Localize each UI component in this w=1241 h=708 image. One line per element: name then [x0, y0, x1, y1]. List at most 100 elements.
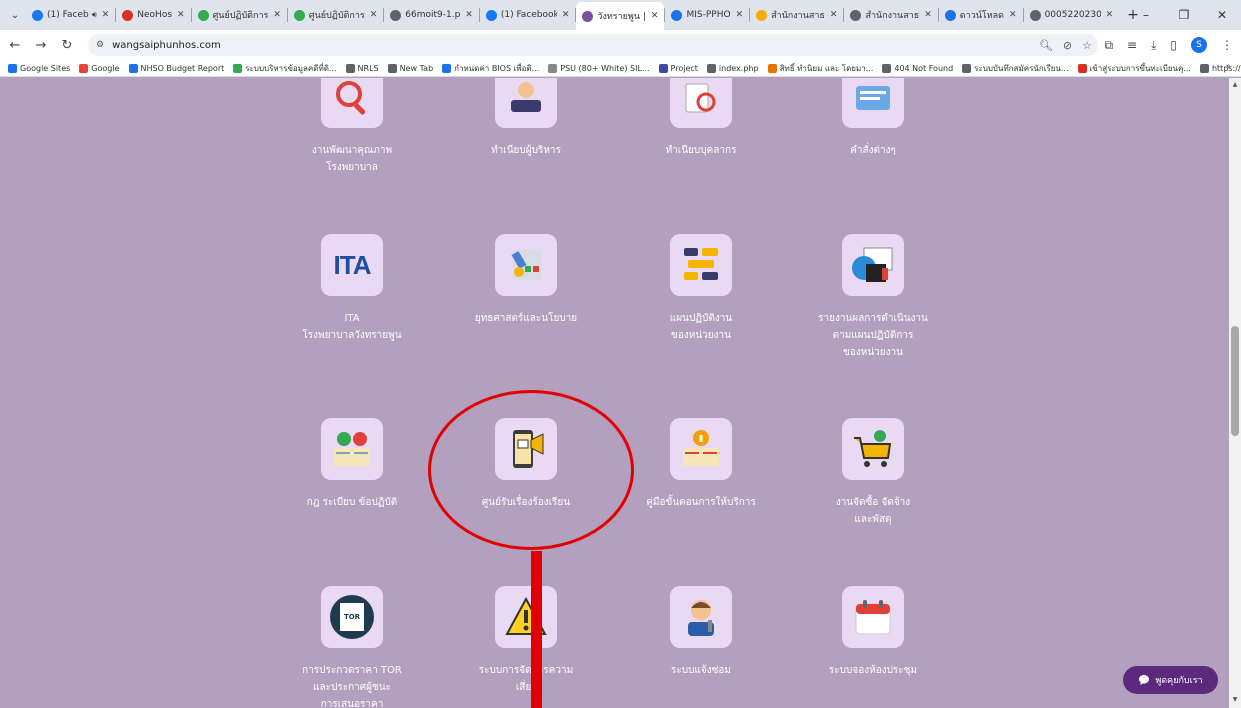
executive-icon[interactable]: [495, 78, 557, 128]
menu-tile[interactable]: งานจัดซื้อ จัดจ้าง และพัสดุ: [783, 418, 963, 528]
menu-tile[interactable]: กฎ ระเบียบ ข้อปฏิบัติ: [262, 418, 442, 511]
minimize-button[interactable]: –: [1127, 0, 1165, 30]
tab-search-button[interactable]: ⌄: [4, 4, 26, 26]
browser-tab[interactable]: (1) Facebook ✕: [480, 3, 576, 27]
magnifier-icon[interactable]: [321, 78, 383, 128]
strategy-icon[interactable]: [495, 234, 557, 296]
scrollbar-thumb[interactable]: [1231, 326, 1239, 436]
extensions-icon[interactable]: ⧉: [1104, 38, 1113, 53]
menu-tile-label[interactable]: การประกวดราคา TOR และประกาศผู้ชนะ การเสน…: [262, 662, 442, 708]
bookmark-item[interactable]: สิทธิ์ ทำนิยม และ โดยมา...: [767, 62, 873, 75]
browser-tab[interactable]: (1) Faceb 🔊︎ ✕: [26, 3, 115, 27]
url-text[interactable]: wangsaiphunhos.com: [112, 40, 221, 51]
menu-tile-label[interactable]: คู่มือขั้นตอนการให้บริการ: [611, 494, 791, 511]
tab-audio-icon[interactable]: 🔊︎: [92, 10, 97, 20]
flowchart-icon[interactable]: [670, 234, 732, 296]
shopping-cart-icon[interactable]: [842, 418, 904, 480]
bookmark-item[interactable]: index.php: [706, 63, 759, 73]
scroll-down-arrow-icon[interactable]: ▼: [1231, 696, 1239, 704]
menu-tile[interactable]: TOR การประกวดราคา TOR และประกาศผู้ชนะ การ…: [262, 586, 442, 708]
zoom-icon[interactable]: 🔍︎: [1039, 39, 1053, 52]
bookmark-item[interactable]: 404 Not Found: [882, 63, 953, 73]
bookmark-star-icon[interactable]: ☆: [1082, 39, 1092, 52]
bookmark-item[interactable]: ระบบบันทึกสมัครนักเรียน...: [962, 62, 1069, 75]
menu-tile[interactable]: ยุทธศาสตร์และนโยบาย: [436, 234, 616, 327]
document-icon[interactable]: [842, 78, 904, 128]
browser-tab[interactable]: 0005220230 ✕: [1024, 3, 1120, 27]
tab-close-icon[interactable]: ✕: [562, 10, 570, 20]
menu-tile[interactable]: คู่มือขั้นตอนการให้บริการ: [611, 418, 791, 511]
menu-tile-label[interactable]: ยุทธศาสตร์และนโยบาย: [436, 310, 616, 327]
menu-tile[interactable]: งานพัฒนาคุณภาพ โรงพยาบาล: [262, 78, 442, 176]
bookmark-item[interactable]: https://wsp.thai-nrls...: [1199, 63, 1241, 73]
menu-tile-label[interactable]: งานพัฒนาคุณภาพ โรงพยาบาล: [262, 142, 442, 176]
menu-tile[interactable]: ทำเนียบผู้บริหาร: [436, 78, 616, 159]
browser-tab[interactable]: สำนักงานสาธ ✕: [844, 3, 937, 27]
side-panel-icon[interactable]: ▯: [1170, 38, 1177, 52]
menu-tile[interactable]: แผนปฏิบัติงาน ของหน่วยงาน: [611, 234, 791, 344]
menu-tile[interactable]: ทำเนียบบุคลากร: [611, 78, 791, 159]
menu-tile-label[interactable]: ระบบการจัดการความ เสี่ยง: [436, 662, 616, 696]
page-scrollbar[interactable]: ▲ ▼: [1229, 78, 1241, 708]
rules-book-icon[interactable]: [321, 418, 383, 480]
back-arrow-icon[interactable]: ←: [4, 34, 26, 56]
bookmark-item[interactable]: Google Sites: [8, 63, 70, 73]
plan-report-icon[interactable]: [842, 234, 904, 296]
bookmarks-overflow-button[interactable]: »: [1225, 62, 1231, 72]
chat-with-us-button[interactable]: พูดคุยกับเรา: [1123, 666, 1218, 694]
tab-close-icon[interactable]: ✕: [736, 10, 744, 20]
bookmark-item[interactable]: เข้าสู่ระบบการขึ้นทะเบียนคุ...: [1077, 62, 1191, 75]
menu-tile-label[interactable]: กฎ ระเบียบ ข้อปฏิบัติ: [262, 494, 442, 511]
tracking-protection-icon[interactable]: ⊘: [1063, 39, 1072, 52]
browser-tab[interactable]: ดาวน์โหลด ✕: [939, 3, 1023, 27]
menu-tile[interactable]: คำสั่งต่างๆ: [783, 78, 963, 159]
menu-tile-label[interactable]: ระบบแจ้งซ่อม: [611, 662, 791, 679]
menu-kebab-icon[interactable]: ⋮: [1221, 38, 1233, 52]
browser-tab[interactable]: 66moit9-1.p ✕: [384, 3, 479, 27]
browser-tab[interactable]: สำนักงานสาธ ✕: [750, 3, 843, 27]
browser-tab[interactable]: NeoHos ✕: [116, 3, 190, 27]
browser-tab[interactable]: ศูนย์ปฏิบัติการ ✕: [288, 3, 383, 27]
menu-tile[interactable]: ระบบจองห้องประชุม: [783, 586, 963, 679]
tab-close-icon[interactable]: ✕: [1106, 10, 1114, 20]
tab-close-icon[interactable]: ✕: [177, 10, 185, 20]
menu-tile-label[interactable]: ระบบจองห้องประชุม: [783, 662, 963, 679]
menu-tile-label[interactable]: ITA โรงพยาบาลวังทรายพูน: [262, 310, 442, 344]
bookmark-item[interactable]: PSU (80+ White) SIL...: [548, 63, 650, 73]
bookmark-item[interactable]: ระบบบริหารข้อมูลคดีที่ดิ...: [233, 62, 337, 75]
menu-tile[interactable]: ระบบการจัดการความ เสี่ยง: [436, 586, 616, 696]
site-info-icon[interactable]: ⚙: [96, 40, 104, 50]
bookmark-item[interactable]: Project: [658, 63, 698, 73]
bookmark-item[interactable]: New Tab: [387, 63, 433, 73]
personnel-search-icon[interactable]: [670, 78, 732, 128]
menu-tile-label[interactable]: รายงานผลการดำเนินงาน ตามแผนปฏิบัติการ ขอ…: [783, 310, 963, 361]
repairman-icon[interactable]: [670, 586, 732, 648]
bookmark-item[interactable]: NRLS: [345, 63, 379, 73]
bookmark-item[interactable]: กำหนดค่า BIOS เพื่อติ...: [442, 62, 539, 75]
browser-tab[interactable]: ศูนย์ปฏิบัติการ ✕: [192, 3, 287, 27]
ita-logo-icon[interactable]: ITA: [321, 234, 383, 296]
menu-tile-label[interactable]: แผนปฏิบัติงาน ของหน่วยงาน: [611, 310, 791, 344]
tab-close-icon[interactable]: ✕: [651, 11, 659, 21]
forward-arrow-icon[interactable]: →: [30, 34, 52, 56]
browser-tab[interactable]: วังทรายพูน | ✕: [576, 2, 665, 30]
address-bar[interactable]: ⚙ wangsaiphunhos.com 🔍︎ ⊘ ☆: [88, 34, 1098, 56]
reload-icon[interactable]: ↻: [56, 34, 78, 56]
menu-tile-label[interactable]: ทำเนียบผู้บริหาร: [436, 142, 616, 159]
tor-icon[interactable]: TOR: [321, 586, 383, 648]
restore-button[interactable]: ❐: [1165, 0, 1203, 30]
bookmark-item[interactable]: NHSO Budget Report: [128, 63, 224, 73]
menu-tile-label[interactable]: ทำเนียบบุคลากร: [611, 142, 791, 159]
menu-tile[interactable]: ระบบแจ้งซ่อม: [611, 586, 791, 679]
close-window-button[interactable]: ✕: [1203, 0, 1241, 30]
calendar-icon[interactable]: [842, 586, 904, 648]
tab-close-icon[interactable]: ✕: [924, 10, 932, 20]
manual-book-icon[interactable]: [670, 418, 732, 480]
tab-close-icon[interactable]: ✕: [102, 10, 110, 20]
menu-tile[interactable]: รายงานผลการดำเนินงาน ตามแผนปฏิบัติการ ขอ…: [783, 234, 963, 361]
browser-tab[interactable]: MIS-PPHO ✕: [665, 3, 749, 27]
tab-close-icon[interactable]: ✕: [273, 10, 281, 20]
menu-tile[interactable]: ITA ITA โรงพยาบาลวังทรายพูน: [262, 234, 442, 344]
tab-close-icon[interactable]: ✕: [830, 10, 838, 20]
menu-tile-label[interactable]: งานจัดซื้อ จัดจ้าง และพัสดุ: [783, 494, 963, 528]
